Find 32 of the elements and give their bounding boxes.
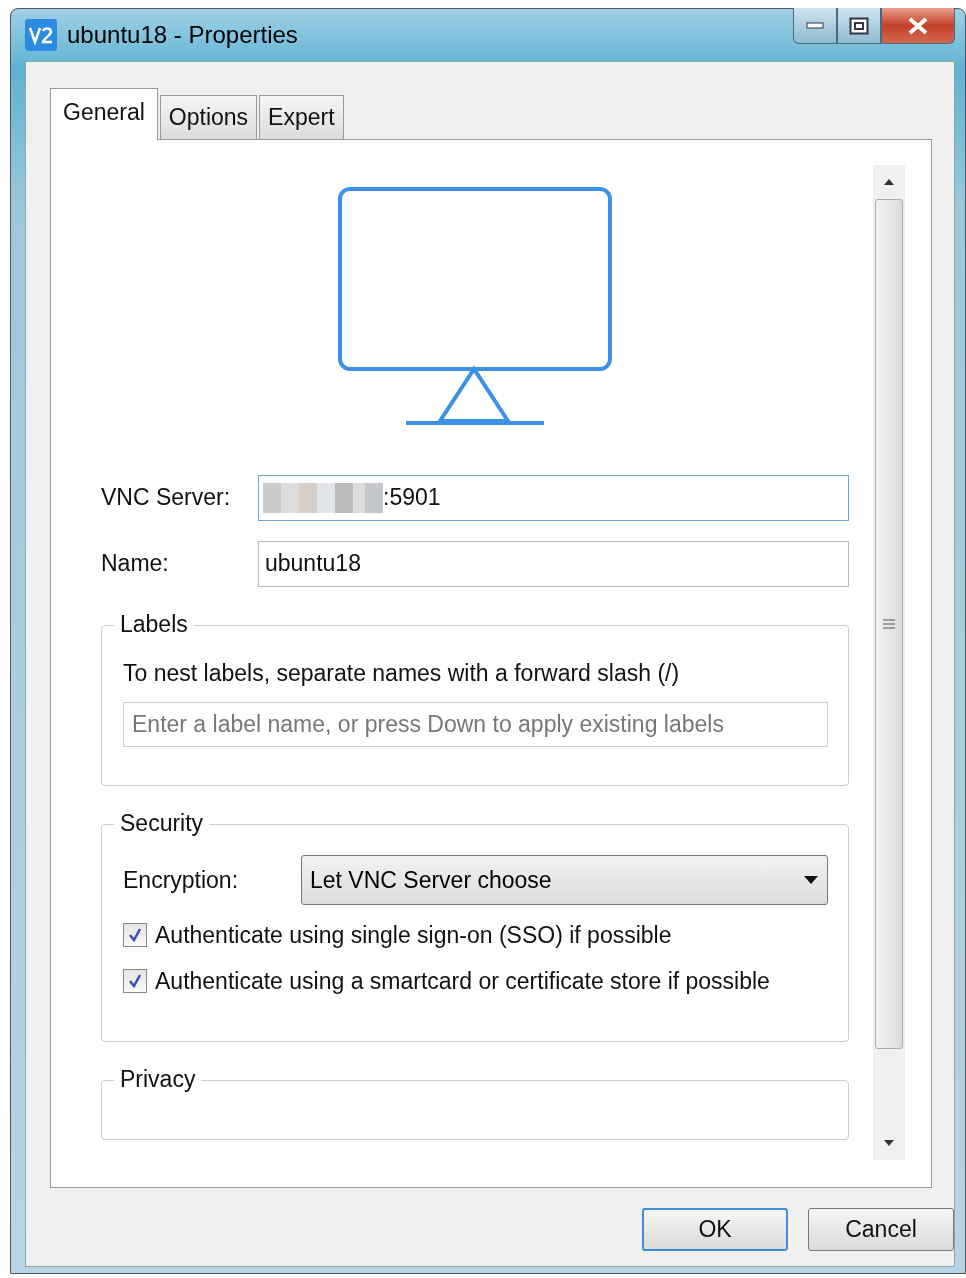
app-icon [25, 19, 57, 51]
name-field[interactable]: ubuntu18 [258, 540, 849, 587]
encryption-dropdown[interactable]: Let VNC Server choose [301, 855, 828, 905]
checkbox-label: Authenticate using a smartcard or certificate store if possible [155, 967, 770, 997]
label-input[interactable]: Enter a label name, or press Down to apply existing labels [123, 702, 828, 747]
checkbox-label: Authenticate using single sign-on (SSO) if possible [155, 921, 672, 950]
caret-icon [803, 875, 819, 885]
maximize-icon [849, 16, 869, 35]
scrollbar-thumb[interactable] [875, 198, 903, 1049]
grip-icon [882, 617, 896, 630]
field-label: Name: [101, 549, 170, 579]
up-triangle-icon [883, 177, 895, 186]
close-button[interactable] [881, 8, 955, 44]
hint-text: To nest labels, separate names with a forward slash (/) [123, 658, 681, 688]
checkbox[interactable] [123, 923, 147, 948]
window-title: ubuntu18 - Properties [67, 20, 298, 50]
check-icon [127, 927, 143, 944]
close-icon [906, 15, 930, 36]
checkbox[interactable] [123, 969, 147, 994]
ok-button[interactable]: OK [642, 1207, 788, 1251]
cancel-button[interactable]: Cancel [808, 1207, 954, 1251]
field-label: Encryption: [123, 865, 240, 895]
field-label: VNC Server: [101, 483, 232, 513]
tab[interactable]: Options [159, 95, 258, 139]
down-triangle-icon [883, 1138, 895, 1147]
check-icon [127, 973, 143, 990]
monitor-icon [338, 186, 612, 427]
tab[interactable]: Expert [259, 95, 344, 139]
maximize-button[interactable] [837, 8, 881, 44]
tab[interactable]: General [50, 88, 158, 140]
minimize-icon [806, 21, 824, 30]
minimize-button[interactable] [793, 8, 837, 44]
